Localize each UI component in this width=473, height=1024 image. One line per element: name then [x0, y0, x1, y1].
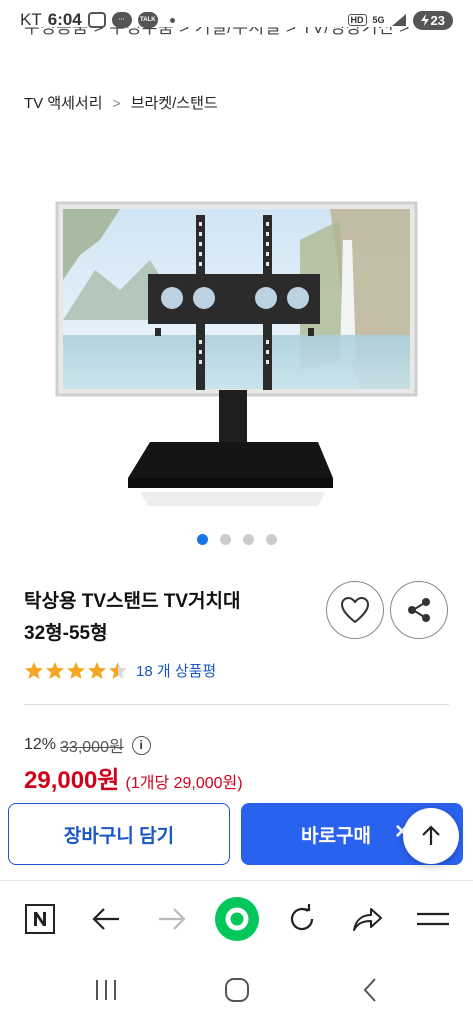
refresh-button[interactable]: [282, 899, 322, 939]
product-image-carousel[interactable]: [0, 160, 473, 520]
carousel-dot-2[interactable]: [219, 534, 231, 545]
carousel-dot-3[interactable]: [242, 534, 254, 545]
star-icon: [25, 661, 43, 679]
buy-now-label: 바로구매: [301, 825, 371, 847]
home-icon: [225, 978, 249, 1002]
home-button[interactable]: [219, 972, 255, 1008]
sale-price: 29,000원: [24, 767, 120, 794]
battery-level: 23: [430, 12, 445, 28]
menu-button[interactable]: [413, 899, 453, 939]
signal-icon: [391, 14, 406, 26]
product-title-line2: 32형-55형: [24, 623, 108, 644]
half-star-icon: [109, 661, 127, 679]
star-icon: [46, 661, 64, 679]
android-navigation-bar: [0, 956, 473, 1024]
discount-row: 12% 33,000원 i: [24, 733, 151, 757]
screenshot-icon: [87, 12, 106, 28]
wishlist-button[interactable]: [326, 581, 384, 639]
heart-icon: [340, 596, 370, 624]
forward-arrow-icon: [159, 908, 186, 930]
carousel-dot-4[interactable]: [265, 534, 277, 545]
message-icon: ···: [111, 12, 132, 28]
scroll-to-top-button[interactable]: [403, 808, 459, 864]
more-notifications-icon: [169, 17, 175, 23]
category-path-text: 수정용품 > 수정부품 > 거실/수지실 > TV/영상기전 >: [24, 27, 410, 37]
tv-stand-product-image: [55, 201, 418, 506]
category-path-scrolled: 수정용품 > 수정부품 > 거실/수지실 > TV/영상기전 >: [24, 27, 464, 41]
hd-voice-icon: HD: [347, 14, 367, 26]
green-dot-icon: [215, 897, 259, 941]
share-button[interactable]: [390, 581, 448, 639]
product-title: 탁상용 TV스탠드 TV거치대 32형-55형: [24, 586, 314, 650]
breadcrumb-separator: >: [112, 94, 121, 111]
refresh-icon: [290, 904, 314, 931]
divider: [24, 704, 449, 705]
original-price: 33,000원: [60, 739, 124, 756]
network-5g-icon: 5G: [372, 14, 385, 25]
recent-apps-icon: [96, 980, 116, 1000]
back-icon: [363, 978, 376, 1002]
star-icon: [88, 661, 106, 679]
breadcrumb: TV 액세서리 > 브라켓/스탠드: [24, 92, 218, 113]
unit-price: (1개당 29,000원): [125, 775, 243, 792]
breadcrumb-bracket-stand[interactable]: 브라켓/스탠드: [131, 92, 218, 113]
star-icon: [67, 661, 85, 679]
back-button[interactable]: [86, 899, 126, 939]
info-icon[interactable]: i: [131, 735, 151, 755]
green-dot-button[interactable]: [215, 897, 259, 941]
system-back-button[interactable]: [352, 972, 388, 1008]
back-arrow-icon: [92, 908, 119, 930]
discount-rate: 12%: [24, 736, 57, 753]
review-count-link[interactable]: 18 개 상품평: [136, 660, 216, 681]
share-icon: [408, 598, 430, 622]
breadcrumb-tv-accessory[interactable]: TV 액세서리: [24, 92, 103, 113]
naver-n-icon: [25, 904, 55, 934]
arrow-up-icon: [422, 825, 440, 845]
carousel-indicator: [0, 534, 473, 545]
recent-apps-button[interactable]: [88, 972, 124, 1008]
naver-home-button[interactable]: [20, 899, 60, 939]
price-row: 29,000원 (1개당 29,000원): [24, 760, 243, 795]
add-to-cart-button[interactable]: 장바구니 담기: [8, 803, 230, 865]
share-arrow-icon: [353, 908, 382, 931]
kakaotalk-icon: TALK: [137, 12, 158, 28]
star-rating: [24, 661, 128, 681]
page-share-button[interactable]: [347, 899, 387, 939]
product-title-line1: 탁상용 TV스탠드 TV거치대: [24, 591, 241, 612]
menu-icon: [417, 912, 449, 926]
browser-toolbar: [0, 880, 473, 956]
carousel-dot-1[interactable]: [196, 534, 208, 545]
forward-button[interactable]: [152, 899, 192, 939]
rating-row[interactable]: 18 개 상품평: [24, 660, 216, 681]
